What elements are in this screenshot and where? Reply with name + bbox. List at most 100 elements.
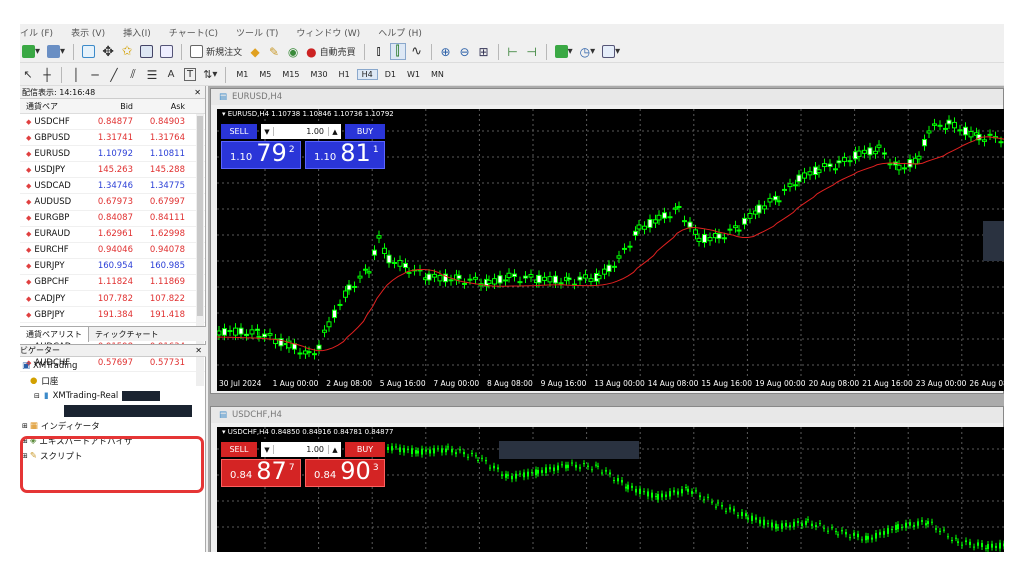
menu-chart[interactable]: チャート(C) (169, 26, 218, 39)
text-label-button[interactable]: T (182, 66, 198, 83)
scrollbar-thumb[interactable] (197, 116, 203, 316)
column-ask[interactable]: Ask (137, 102, 189, 111)
list-item[interactable]: ◆ AUDUSD 0.67973 0.67997 (20, 194, 205, 211)
tf-m1[interactable]: M1 (232, 70, 252, 79)
sell-price[interactable]: 0.84 87 7 (221, 458, 301, 487)
lot-increase-icon[interactable]: ▲ (329, 446, 341, 454)
sell-button[interactable]: SELL (221, 442, 257, 457)
lot-size-field[interactable]: ▼ 1.00 ▲ (261, 442, 341, 457)
buy-button[interactable]: BUY (345, 124, 385, 139)
line-chart-button[interactable]: ∿ (409, 43, 425, 60)
menu-tools[interactable]: ツール (T) (236, 26, 278, 39)
separator (61, 66, 62, 83)
tf-m30[interactable]: M30 (306, 70, 331, 79)
tree-item-accounts[interactable]: ● 口座 (20, 373, 206, 388)
list-item[interactable]: ◆ EURJPY 160.954 160.985 (20, 259, 205, 275)
list-item[interactable]: ◆ GBPJPY 191.384 191.418 (20, 307, 205, 324)
zoom-out-button[interactable]: ⊖ (457, 43, 473, 60)
tf-m15[interactable]: M15 (278, 70, 303, 79)
tree-item-account-server[interactable]: ⊟ ▮ XMTrading-Real (20, 388, 206, 403)
lot-decrease-icon[interactable]: ▼ (261, 128, 273, 136)
candlestick-button[interactable]: ⫿ (389, 43, 406, 60)
navigator-button[interactable]: ✩ (119, 43, 135, 60)
list-item[interactable]: ◆ EURAUD 1.62961 1.62998 (20, 227, 205, 243)
lot-size-value[interactable]: 1.00 (273, 127, 329, 136)
sell-button[interactable]: SELL (221, 124, 257, 139)
close-icon[interactable]: ✕ (194, 88, 205, 97)
menu-view[interactable]: 表示 (V) (71, 26, 105, 39)
terminal-button[interactable] (138, 43, 155, 60)
list-item[interactable]: ◆ EURGBP 0.84087 0.84111 (20, 211, 205, 227)
cursor-button[interactable]: ↖ (20, 66, 36, 83)
market-watch-button[interactable] (80, 43, 97, 60)
strategy-tester-button[interactable] (158, 43, 175, 60)
column-symbol[interactable]: 通貨ペア (20, 101, 86, 112)
menu-help[interactable]: ヘルプ (H) (378, 26, 422, 39)
new-chart-button[interactable]: ▾ (20, 43, 42, 60)
profiles-button[interactable]: ▾ (45, 43, 67, 60)
tab-tick-chart[interactable]: ティックチャート (89, 327, 164, 342)
market-button[interactable]: ◉ (285, 43, 301, 60)
periods-button[interactable]: ◷ ▾ (578, 43, 598, 60)
fibonacci-button[interactable]: ☰ (144, 66, 160, 83)
zoom-in-button[interactable]: ⊕ (438, 43, 454, 60)
lot-size-value[interactable]: 1.00 (273, 445, 329, 454)
lot-decrease-icon[interactable]: ▼ (261, 446, 273, 454)
signals-button[interactable]: ✎ (266, 43, 282, 60)
tree-item-account-login[interactable] (20, 403, 206, 418)
list-item[interactable]: ◆ USDCHF 0.84877 0.84903 (20, 114, 205, 131)
tf-mn[interactable]: MN (427, 70, 448, 79)
menu-window[interactable]: ウィンドウ (W) (296, 26, 360, 39)
auto-scroll-button[interactable]: ⊢ (505, 43, 521, 60)
tile-windows-button[interactable]: ⊞ (476, 43, 492, 60)
chart-window-eurusd[interactable]: ▤ EURUSD,H4 ▾ EURUSD,H4 1.10738 1.10846 1… (210, 88, 1004, 394)
chart-window-usdchf[interactable]: ▤ USDCHF,H4 ▾ USDCHF,H4 0.84850 0.84916 0… (210, 406, 1004, 552)
list-item[interactable]: ◆ EURUSD 1.10792 1.10811 (20, 146, 205, 163)
chart-canvas[interactable]: ▾ EURUSD,H4 1.10738 1.10846 1.10736 1.10… (217, 109, 1004, 391)
tf-w1[interactable]: W1 (403, 70, 424, 79)
vertical-line-button[interactable]: │ (68, 66, 84, 83)
lot-increase-icon[interactable]: ▲ (329, 128, 341, 136)
metaeditor-button[interactable]: ◆ (247, 43, 263, 60)
data-window-button[interactable]: ✥ (100, 43, 116, 60)
buy-button[interactable]: BUY (345, 442, 385, 457)
tf-h4[interactable]: H4 (356, 69, 378, 80)
crosshair-button[interactable]: ┼ (39, 66, 55, 83)
tree-item-indicators[interactable]: ⊞ ▦ インディケータ (20, 418, 206, 433)
list-item[interactable]: ◆ GBPCHF 1.11824 1.11869 (20, 275, 205, 292)
tree-item-xmtrading[interactable]: ▣ XMTrading (20, 358, 206, 373)
menu-file[interactable]: イル (F) (20, 26, 53, 39)
channel-button[interactable]: ⫽ (125, 66, 141, 83)
horizontal-line-button[interactable]: ─ (87, 66, 103, 83)
indicators-button[interactable]: ▾ (553, 43, 575, 60)
auto-trading-button[interactable]: ● 自動売買 (304, 43, 358, 60)
templates-button[interactable]: ▾ (600, 43, 622, 60)
candle (947, 536, 949, 538)
tf-h1[interactable]: H1 (335, 70, 354, 79)
bar-chart-button[interactable]: ⫾ (371, 43, 387, 60)
menu-insert[interactable]: 挿入(I) (123, 26, 151, 39)
list-item[interactable]: ◆ EURCHF 0.94046 0.94078 (20, 243, 205, 259)
chart-canvas[interactable]: ▾ USDCHF,H4 0.84850 0.84916 0.84781 0.84… (217, 427, 1004, 552)
tree-label: 口座 (41, 376, 59, 387)
tf-d1[interactable]: D1 (381, 70, 400, 79)
tf-m5[interactable]: M5 (255, 70, 275, 79)
buy-price[interactable]: 1.10 81 1 (305, 140, 385, 169)
column-bid[interactable]: Bid (86, 102, 137, 111)
list-item[interactable]: ◆ USDJPY 145.263 145.288 (20, 162, 205, 179)
trendline-button[interactable]: ╱ (106, 66, 122, 83)
candle (991, 543, 993, 548)
lot-size-field[interactable]: ▼ 1.00 ▲ (261, 124, 341, 139)
list-item[interactable]: ◆ CADJPY 107.782 107.822 (20, 291, 205, 308)
list-item[interactable]: ◆ GBPUSD 1.31741 1.31764 (20, 130, 205, 147)
text-button[interactable]: A (163, 66, 179, 83)
arrows-button[interactable]: ⇅ ▾ (201, 66, 219, 83)
tab-symbols[interactable]: 通貨ペアリスト (20, 326, 89, 342)
new-order-button[interactable]: 新規注文 (188, 43, 244, 60)
time-axis-label: 21 Aug 16:00 (862, 379, 913, 388)
close-icon[interactable]: ✕ (195, 346, 206, 355)
buy-price[interactable]: 0.84 90 3 (305, 458, 385, 487)
list-item[interactable]: ◆ USDCAD 1.34746 1.34775 (20, 178, 205, 195)
sell-price[interactable]: 1.10 79 2 (221, 140, 301, 169)
chart-shift-button[interactable]: ⊣ (524, 43, 540, 60)
